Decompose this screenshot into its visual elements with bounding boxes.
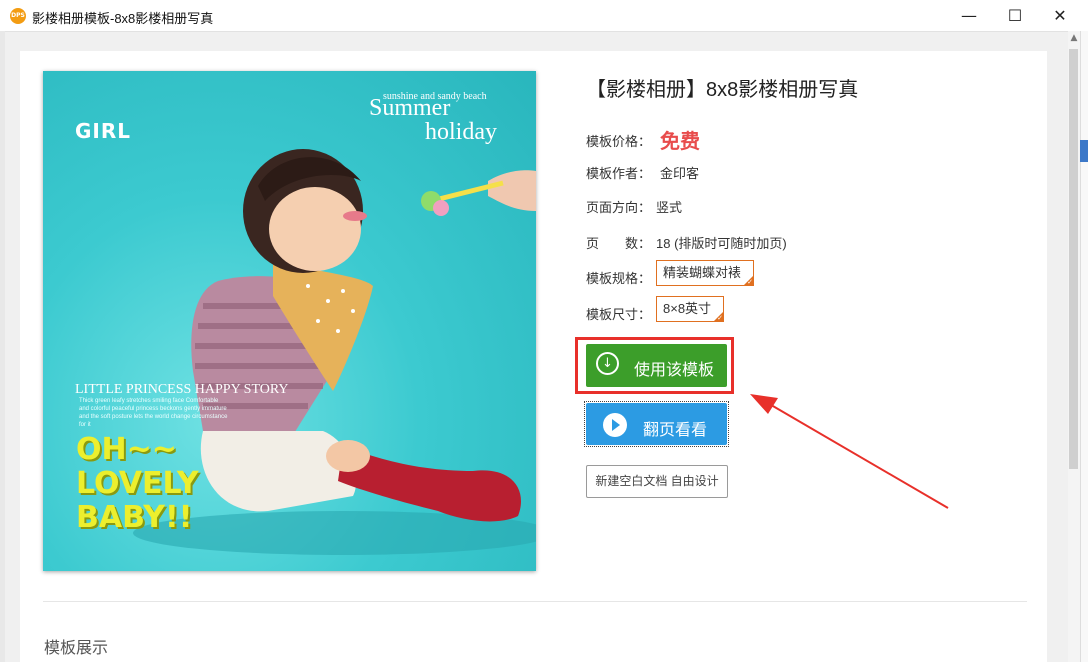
section-divider — [43, 601, 1027, 602]
showcase-section-title: 模板展示 — [44, 640, 109, 657]
annotation-arrow — [750, 394, 949, 509]
